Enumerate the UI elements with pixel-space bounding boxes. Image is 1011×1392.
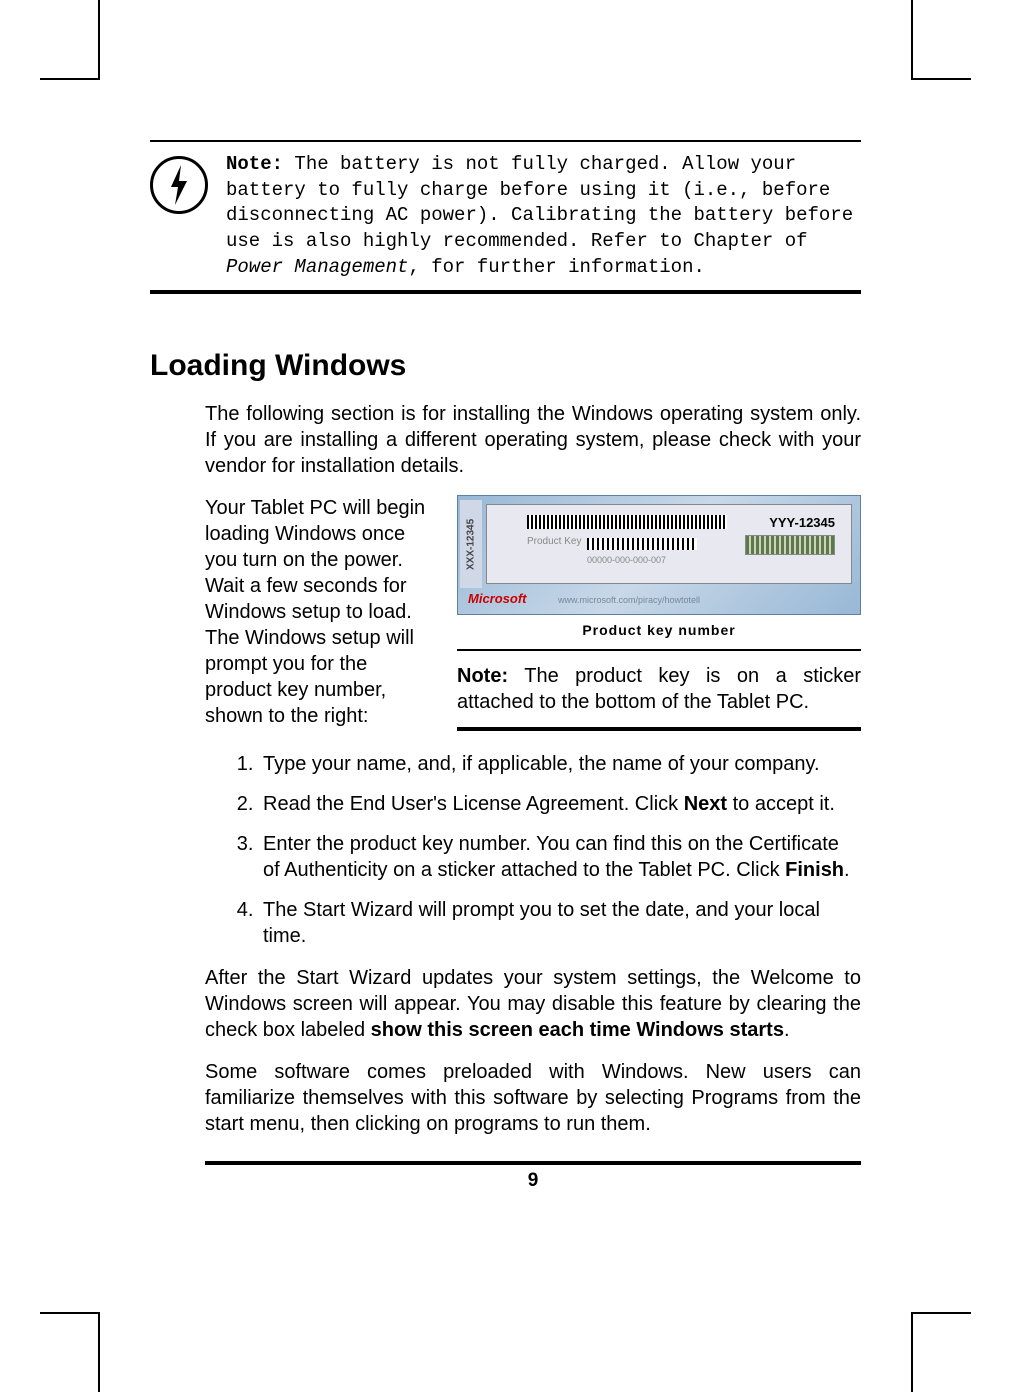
crop-mark bbox=[40, 1312, 100, 1372]
note-block-top: Note: The battery is not fully charged. … bbox=[150, 140, 861, 294]
image-caption: Product key number bbox=[457, 621, 861, 639]
label-inner: YYY-12345 Product Key 00000-000-000-007 bbox=[486, 504, 852, 584]
note-label: Note: bbox=[457, 665, 508, 687]
label-yyy: YYY-12345 bbox=[769, 515, 835, 532]
crop-mark bbox=[40, 20, 100, 80]
list-item: Type your name, and, if applicable, the … bbox=[259, 751, 861, 777]
label-url: www.microsoft.com/piracy/howtotell bbox=[558, 595, 700, 607]
paragraph-preloaded-software: Some software comes preloaded with Windo… bbox=[205, 1059, 861, 1137]
heading-loading-windows: Loading Windows bbox=[150, 349, 861, 383]
list-item: Read the End User's License Agreement. C… bbox=[259, 791, 861, 817]
intro-paragraph: The following section is for installing … bbox=[205, 401, 861, 479]
barcode-icon bbox=[587, 538, 697, 550]
paragraph-after-wizard: After the Start Wizard updates your syst… bbox=[205, 965, 861, 1043]
label-serial: 00000-000-000-007 bbox=[587, 555, 666, 567]
crop-mark bbox=[911, 1312, 971, 1372]
list-item: Enter the product key number. You can fi… bbox=[259, 831, 861, 883]
note-block-right: Note: The product key is on a sticker at… bbox=[457, 649, 861, 731]
product-key-label-image: XXX-12345 YYY-12345 Product Key 00000-00… bbox=[457, 495, 861, 615]
steps-list: Type your name, and, if applicable, the … bbox=[205, 751, 861, 949]
hologram-icon bbox=[745, 535, 835, 555]
note-label: Note: bbox=[226, 153, 283, 175]
page-number: 9 bbox=[205, 1161, 861, 1194]
crop-mark bbox=[911, 20, 971, 80]
label-product-key-text: Product Key bbox=[527, 535, 581, 548]
note-text-top: Note: The battery is not fully charged. … bbox=[226, 152, 861, 280]
barcode-icon bbox=[527, 515, 727, 529]
microsoft-logo-text: Microsoft bbox=[468, 591, 527, 608]
label-side-text: XXX-12345 bbox=[460, 500, 482, 588]
left-paragraph: Your Tablet PC will begin loading Window… bbox=[205, 495, 435, 731]
lightning-icon bbox=[150, 156, 208, 214]
list-item: The Start Wizard will prompt you to set … bbox=[259, 897, 861, 949]
